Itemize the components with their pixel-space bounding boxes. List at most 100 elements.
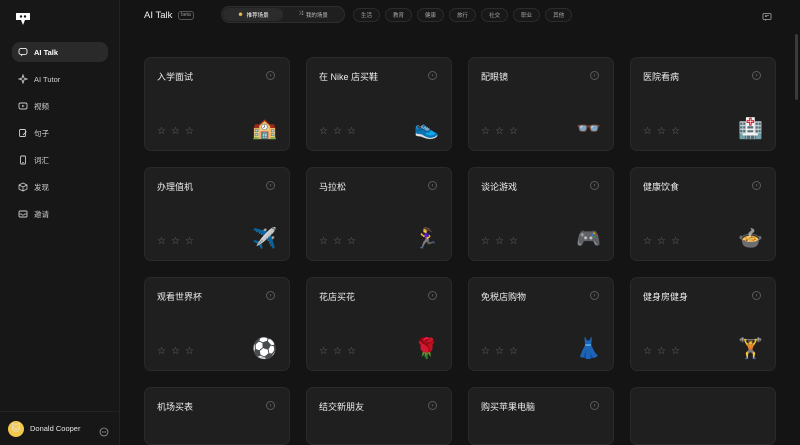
page-title: AI Talk — [144, 10, 173, 21]
rating-stars: ☆ ☆ ☆ — [481, 347, 523, 357]
mail-icon — [18, 209, 28, 219]
sidebar-item-sentences[interactable]: 句子 — [12, 123, 108, 143]
scene-card[interactable]: 健康饮食 › ☆ ☆ ☆ 🍲 — [630, 167, 776, 261]
category-chip[interactable]: 其他 — [545, 8, 573, 22]
star-icon: ☆ — [319, 236, 328, 247]
feedback-icon[interactable] — [762, 9, 772, 21]
scene-card[interactable]: 马拉松 › ☆ ☆ ☆ 🏃‍♀️ — [306, 167, 452, 261]
card-emoji: 🍲 — [738, 228, 763, 250]
scene-card-loading[interactable] — [630, 387, 776, 445]
star-icon: ☆ — [643, 126, 652, 137]
arrow-right-icon[interactable]: › — [428, 401, 437, 410]
user-profile[interactable]: 🐱 Donald Cooper — [0, 411, 119, 445]
card-emoji: ✈️ — [252, 228, 277, 250]
category-chip[interactable]: 职业 — [513, 8, 541, 22]
card-title: 配眼镜 — [481, 72, 509, 82]
sidebar-item-label: 邀请 — [34, 209, 49, 219]
card-title: 入学面试 — [157, 72, 194, 82]
scrollbar[interactable] — [795, 34, 798, 100]
scene-card[interactable]: 免税店购物 › ☆ ☆ ☆ 👗 — [468, 277, 614, 371]
category-chip[interactable]: 社交 — [481, 8, 509, 22]
card-emoji: 👟 — [414, 118, 439, 140]
my-scenes-tab[interactable]: ⤨ 我的场景 — [283, 8, 343, 21]
arrow-right-icon[interactable]: › — [266, 291, 275, 300]
rating-stars: ☆ ☆ ☆ — [643, 237, 685, 247]
card-emoji: 🏋️ — [738, 338, 763, 360]
arrow-right-icon[interactable]: › — [752, 181, 761, 190]
recommended-scenes-tab[interactable]: ☻ 推荐场景 — [223, 8, 283, 21]
scene-card[interactable]: 谈论游戏 › ☆ ☆ ☆ 🎮 — [468, 167, 614, 261]
arrow-right-icon[interactable]: › — [590, 181, 599, 190]
star-icon: ☆ — [346, 236, 356, 247]
scene-card[interactable]: 办理值机 › ☆ ☆ ☆ ✈️ — [144, 167, 290, 261]
star-icon: ☆ — [481, 236, 490, 247]
scene-card[interactable]: 健身房健身 › ☆ ☆ ☆ 🏋️ — [630, 277, 776, 371]
star-icon: ☆ — [157, 236, 166, 247]
arrow-right-icon[interactable]: › — [752, 291, 761, 300]
star-icon: ☆ — [481, 346, 490, 357]
sidebar-item-video[interactable]: 视频 — [12, 96, 108, 116]
category-chip[interactable]: 生活 — [353, 8, 381, 22]
sidebar-item-label: 发现 — [34, 182, 49, 192]
scene-card[interactable]: 观看世界杯 › ☆ ☆ ☆ ⚽ — [144, 277, 290, 371]
star-icon: ☆ — [332, 236, 342, 247]
card-emoji: 🏃‍♀️ — [414, 228, 439, 250]
arrow-right-icon[interactable]: › — [590, 291, 599, 300]
star-icon: ☆ — [508, 346, 518, 357]
card-title: 结交新朋友 — [319, 402, 365, 412]
category-chip[interactable]: 旅行 — [449, 8, 477, 22]
sidebar-item-ai-talk[interactable]: AI Talk — [12, 42, 108, 62]
category-chip[interactable]: 教育 — [385, 8, 413, 22]
scene-card[interactable]: 配眼镜 › ☆ ☆ ☆ 👓 — [468, 57, 614, 151]
star-icon: ☆ — [481, 126, 490, 137]
category-chip[interactable]: 健康 — [417, 8, 445, 22]
scene-card[interactable]: 花店买花 › ☆ ☆ ☆ 🌹 — [306, 277, 452, 371]
card-title: 购买苹果电脑 — [481, 402, 536, 412]
card-emoji: 🌹 — [414, 338, 439, 360]
arrow-right-icon[interactable]: › — [752, 71, 761, 80]
star-icon: ☆ — [656, 346, 666, 357]
card-title: 在 Nike 店买鞋 — [319, 72, 379, 82]
arrow-right-icon[interactable]: › — [266, 401, 275, 410]
avatar: 🐱 — [8, 420, 24, 437]
rating-stars: ☆ ☆ ☆ — [319, 237, 361, 247]
sidebar-item-ai-tutor[interactable]: AI Tutor — [12, 69, 108, 89]
scene-card[interactable]: 结交新朋友 › — [306, 387, 452, 445]
star-icon: ☆ — [346, 346, 356, 357]
scene-card[interactable]: 购买苹果电脑 › — [468, 387, 614, 445]
phone-icon — [18, 155, 28, 165]
sidebar-item-label: 词汇 — [34, 155, 49, 165]
arrow-right-icon[interactable]: › — [266, 181, 275, 190]
star-icon: ☆ — [184, 126, 194, 137]
scene-card[interactable]: 机场买表 › — [144, 387, 290, 445]
sidebar-item-discover[interactable]: 发现 — [12, 177, 108, 197]
card-title: 健身房健身 — [643, 292, 689, 302]
card-title: 办理值机 — [157, 182, 194, 192]
arrow-right-icon[interactable]: › — [428, 291, 437, 300]
arrow-right-icon[interactable]: › — [590, 71, 599, 80]
sidebar-item-label: AI Tutor — [34, 74, 61, 84]
arrow-right-icon[interactable]: › — [266, 71, 275, 80]
scene-card[interactable]: 医院看病 › ☆ ☆ ☆ 🏥 — [630, 57, 776, 151]
arrow-right-icon[interactable]: › — [590, 401, 599, 410]
header: AI Talk beta ☻ 推荐场景 ⤨ 我的场景 生活 教育 健康 旅行 社… — [120, 0, 800, 30]
more-options-icon[interactable] — [99, 424, 109, 436]
card-emoji: 🏫 — [252, 118, 277, 140]
app-logo-icon[interactable] — [16, 12, 30, 25]
star-icon: ☆ — [170, 126, 180, 137]
scene-card[interactable]: 在 Nike 店买鞋 › ☆ ☆ ☆ 👟 — [306, 57, 452, 151]
scene-card[interactable]: 入学面试 › ☆ ☆ ☆ 🏫 — [144, 57, 290, 151]
star-icon: ☆ — [494, 236, 504, 247]
arrow-right-icon[interactable]: › — [428, 71, 437, 80]
star-icon: ☆ — [332, 346, 342, 357]
scene-toggle: ☻ 推荐场景 ⤨ 我的场景 — [221, 6, 345, 23]
star-icon: ☆ — [494, 126, 504, 137]
sidebar-item-label: 句子 — [34, 128, 49, 138]
sidebar-item-vocabulary[interactable]: 词汇 — [12, 150, 108, 170]
arrow-right-icon[interactable]: › — [428, 181, 437, 190]
cube-icon — [18, 182, 28, 192]
sidebar-item-invite[interactable]: 邀请 — [12, 204, 108, 224]
rating-stars: ☆ ☆ ☆ — [643, 127, 685, 137]
card-title: 谈论游戏 — [481, 182, 518, 192]
smile-icon: ☻ — [237, 11, 244, 18]
